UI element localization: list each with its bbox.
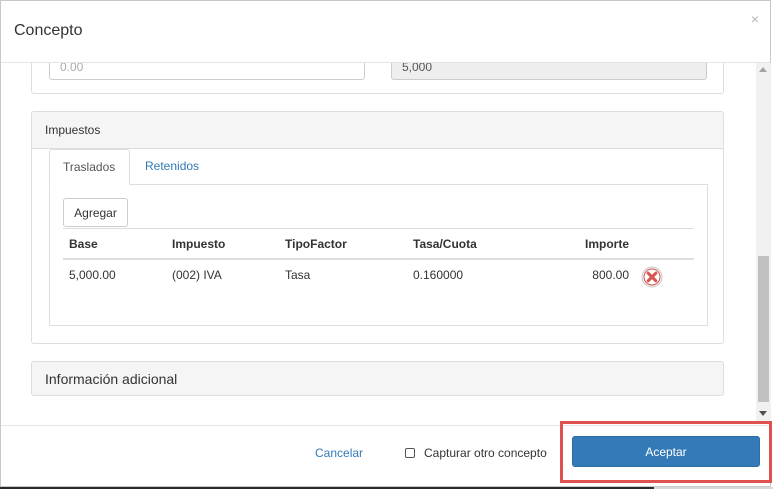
informacion-adicional-panel[interactable]: Información adicional (31, 361, 724, 396)
scroll-up-arrow-icon[interactable] (759, 67, 767, 72)
traslados-tab-content: Agregar Base Impuesto TipoFactor Tasa/Cu… (49, 184, 708, 326)
modal-scrollbar[interactable] (756, 63, 771, 421)
capturar-otro-label[interactable]: Capturar otro concepto (424, 446, 547, 460)
impuestos-title: Impuestos (45, 123, 101, 137)
cell-base: 5,000.00 (69, 268, 116, 282)
scroll-down-arrow-icon[interactable] (759, 411, 767, 416)
modal-header: Concepto × (1, 1, 770, 63)
cell-importe: 800.00 (592, 268, 629, 282)
modal-body: Impuestos Traslados Retenidos Agregar Ba… (1, 63, 756, 421)
modal-title: Concepto (14, 22, 83, 39)
impuestos-panel: Impuestos Traslados Retenidos Agregar Ba… (31, 111, 724, 344)
close-icon[interactable]: × (751, 12, 759, 26)
impuestos-panel-heading: Impuestos (32, 112, 723, 149)
tab-traslados[interactable]: Traslados (49, 149, 130, 185)
taxes-table-header: Base Impuesto TipoFactor Tasa/Cuota Impo… (63, 228, 694, 260)
delete-x-circle-icon[interactable] (641, 266, 663, 288)
unit-price-input[interactable] (49, 63, 365, 80)
cancel-button[interactable]: Cancelar (315, 446, 363, 460)
capturar-otro-checkbox[interactable] (405, 448, 415, 458)
table-row: 5,000.00 (002) IVA Tasa 0.160000 800.00 (63, 260, 694, 292)
aceptar-button[interactable]: Aceptar (572, 436, 760, 467)
informacion-adicional-title: Información adicional (45, 371, 178, 387)
column-header-tipofactor: TipoFactor (285, 237, 347, 251)
cell-tipofactor: Tasa (285, 268, 311, 282)
concepto-modal: Concepto × Impuestos Traslados Retenidos… (0, 0, 771, 487)
cell-tasa-cuota: 0.160000 (413, 268, 464, 282)
column-header-impuesto: Impuesto (172, 237, 226, 251)
column-header-base: Base (69, 237, 98, 251)
agregar-button[interactable]: Agregar (63, 198, 128, 227)
tab-retenidos[interactable]: Retenidos (132, 149, 212, 185)
column-header-importe: Importe (584, 237, 629, 251)
column-header-tasa-cuota: Tasa/Cuota (413, 237, 477, 251)
amount-readonly-field (391, 63, 707, 80)
scrollbar-thumb[interactable] (758, 256, 769, 402)
cell-impuesto: (002) IVA (172, 268, 222, 282)
